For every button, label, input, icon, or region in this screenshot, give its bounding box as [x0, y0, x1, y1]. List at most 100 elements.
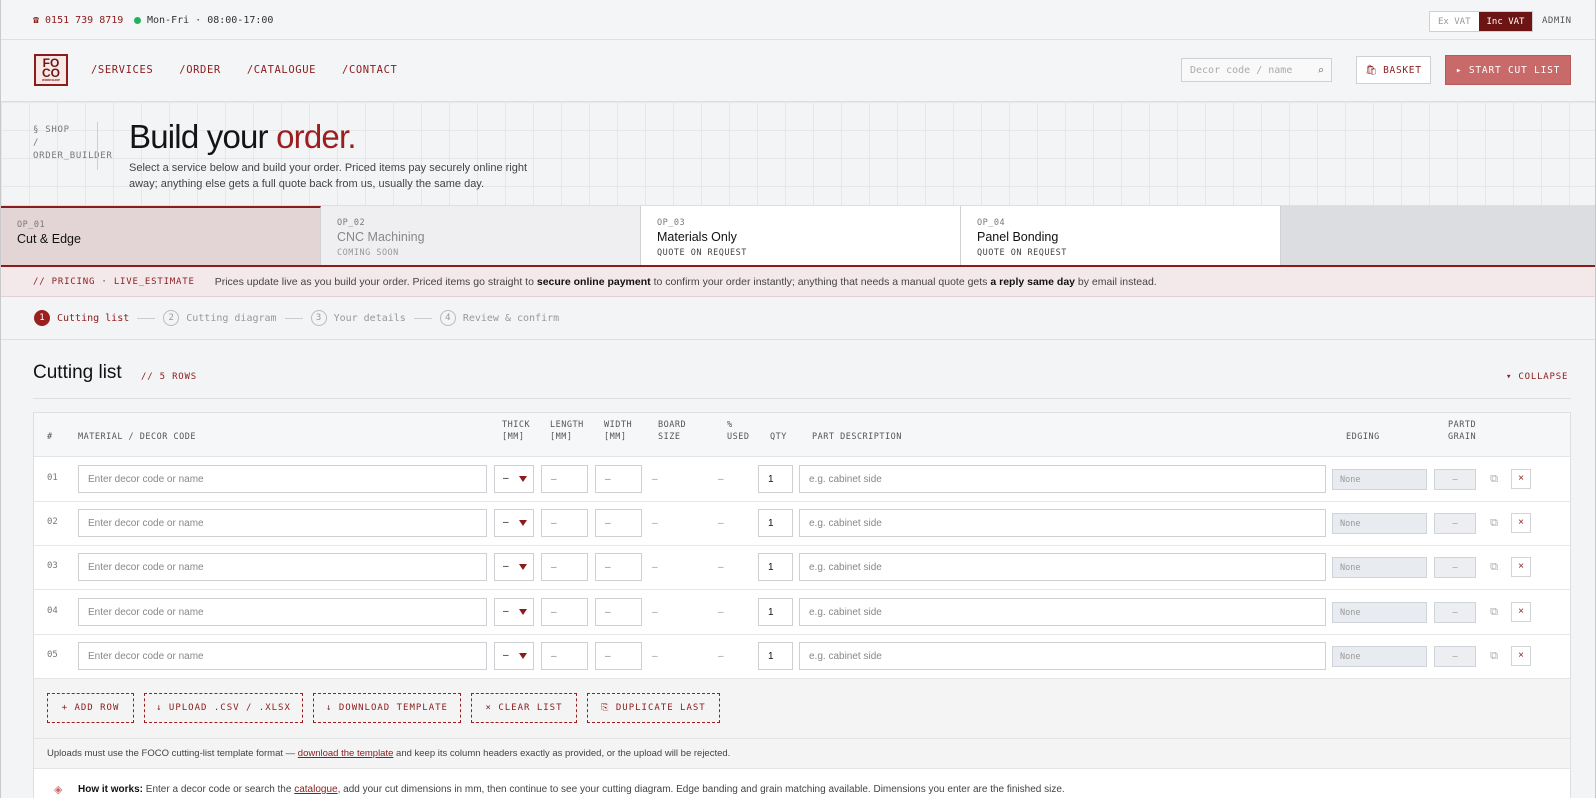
step-review-confirm[interactable]: 4 Review & confirm [439, 310, 559, 326]
grain-select[interactable]: – [1434, 557, 1476, 579]
width-input[interactable]: – [595, 553, 642, 582]
material-input[interactable]: Enter decor code or name [78, 509, 487, 538]
breadcrumb: § SHOP / ORDER_BUILDER [33, 124, 123, 163]
cutting-list-row-count: // 5 ROWS [141, 372, 197, 382]
vat-toggle[interactable]: Ex VAT Inc VAT [1429, 11, 1534, 32]
material-input[interactable]: Enter decor code or name [78, 465, 487, 493]
step-cutting-list[interactable]: 1 Cutting list [34, 310, 129, 326]
catalogue-link[interactable]: catalogue [294, 784, 337, 795]
width-input[interactable]: – [595, 509, 642, 538]
pricing-bold-2: a reply same day [990, 275, 1075, 288]
cutting-list-table: # MATERIAL / DECOR CODE THICK [MM] LENGTH… [33, 412, 1571, 798]
thickness-select[interactable]: – [494, 553, 534, 582]
tab-cut-edge[interactable]: OP_01 Cut & Edge [1, 206, 321, 265]
width-input[interactable]: – [595, 641, 642, 670]
edging-select[interactable]: None [1332, 645, 1427, 667]
tab-panel-bonding[interactable]: OP_04 Panel Bonding QUOTE ON REQUEST [961, 206, 1281, 265]
part-description-input[interactable]: e.g. cabinet side [799, 641, 1326, 670]
width-input[interactable]: – [595, 465, 642, 493]
pricing-text-2: to confirm your order instantly; anythin… [650, 275, 991, 288]
width-input[interactable]: – [595, 597, 642, 626]
upload-csv-button[interactable]: ↓ UPLOAD .CSV / .XLSX [144, 693, 303, 723]
part-description-input[interactable]: e.g. cabinet side [799, 553, 1326, 582]
breadcrumb-shop[interactable]: § SHOP [33, 124, 123, 137]
col-grain: PARTD GRAIN [1448, 419, 1476, 443]
col-length-1: LENGTH [550, 420, 584, 430]
material-input[interactable]: Enter decor code or name [78, 597, 487, 626]
clear-list-button[interactable]: × CLEAR LIST [471, 693, 577, 723]
copy-row-icon[interactable]: ⧉ [1484, 469, 1504, 489]
admin-link[interactable]: ADMIN [1542, 16, 1572, 26]
step-label: Cutting list [57, 312, 130, 324]
part-description-input[interactable]: e.g. cabinet side [799, 509, 1326, 538]
download-template-link[interactable]: download the template [298, 748, 394, 759]
search-placeholder: Decor code / name [1190, 65, 1293, 76]
diamond-icon: ◈ [54, 784, 63, 796]
step-your-details[interactable]: 3 Your details [310, 310, 406, 326]
edging-select[interactable]: None [1332, 557, 1427, 579]
nav-link-services[interactable]: /SERVICES [91, 64, 153, 76]
row-number: 05 [47, 649, 58, 660]
vat-ex-option[interactable]: Ex VAT [1430, 12, 1479, 31]
grain-select[interactable]: – [1434, 601, 1476, 623]
copy-row-icon[interactable]: ⧉ [1484, 646, 1504, 666]
length-input[interactable]: – [541, 553, 588, 582]
part-description-input[interactable]: e.g. cabinet side [799, 465, 1326, 493]
download-template-button[interactable]: ↓ DOWNLOAD TEMPLATE [313, 693, 461, 723]
basket-label: BASKET [1383, 64, 1422, 76]
decor-search-input[interactable]: Decor code / name ⌕ [1181, 58, 1332, 82]
quantity-input[interactable]: 1 [758, 465, 793, 493]
edging-select[interactable]: None [1332, 469, 1427, 490]
foco-logo[interactable]: FO CO WORKSHOP [34, 54, 68, 86]
copy-row-icon[interactable]: ⧉ [1484, 557, 1504, 577]
basket-icon: 🛍 [1365, 64, 1379, 76]
thickness-select[interactable]: – [494, 641, 534, 670]
basket-button[interactable]: 🛍 BASKET [1356, 56, 1431, 84]
vat-inc-option[interactable]: Inc VAT [1478, 12, 1533, 31]
copy-row-icon[interactable]: ⧉ [1484, 602, 1504, 622]
edging-select[interactable]: None [1332, 601, 1427, 623]
length-input[interactable]: – [541, 641, 588, 670]
thickness-select[interactable]: – [494, 465, 534, 493]
grain-select[interactable]: – [1434, 645, 1476, 667]
phone-link[interactable]: ☎ 0151 739 8719 [33, 15, 123, 26]
add-row-button[interactable]: + ADD ROW [47, 693, 134, 723]
grain-select[interactable]: – [1434, 513, 1476, 535]
delete-row-button[interactable]: × [1511, 645, 1531, 666]
quantity-input[interactable]: 1 [758, 641, 793, 670]
delete-row-button[interactable]: × [1511, 513, 1531, 534]
thickness-select[interactable]: – [494, 597, 534, 626]
start-cut-list-button[interactable]: ▸ START CUT LIST [1445, 55, 1571, 85]
grain-select[interactable]: – [1434, 469, 1476, 490]
table-row: 03 Enter decor code or name – – – – –1 e.g. cab… [34, 545, 1570, 591]
thickness-select[interactable]: – [494, 509, 534, 538]
nav-link-catalogue[interactable]: /CATALOGUE [247, 64, 316, 76]
delete-row-button[interactable]: × [1511, 557, 1531, 578]
step-cutting-diagram[interactable]: 2 Cutting diagram [163, 310, 277, 326]
service-tabs: OP_01 Cut & Edge OP_02 CNC Machining COM… [1, 206, 1595, 267]
quantity-input[interactable]: 1 [758, 597, 793, 626]
length-input[interactable]: – [541, 597, 588, 626]
step-connector [413, 317, 432, 319]
delete-row-button[interactable]: × [1511, 601, 1531, 622]
material-input[interactable]: Enter decor code or name [78, 553, 487, 582]
collapse-button[interactable]: ▾ COLLAPSE [1506, 372, 1568, 382]
tab-materials-only[interactable]: OP_03 Materials Only QUOTE ON REQUEST [641, 206, 961, 265]
length-input[interactable]: – [541, 465, 588, 493]
chevron-down-icon [519, 520, 527, 527]
quantity-input[interactable]: 1 [758, 553, 793, 582]
copy-row-icon[interactable]: ⧉ [1484, 513, 1504, 533]
quantity-input[interactable]: 1 [758, 509, 793, 538]
delete-row-button[interactable]: × [1511, 469, 1531, 489]
length-input[interactable]: – [541, 509, 588, 538]
search-icon[interactable]: ⌕ [1317, 64, 1324, 77]
edging-select[interactable]: None [1332, 513, 1427, 535]
tab-code: OP_03 [657, 218, 686, 228]
material-input[interactable]: Enter decor code or name [78, 641, 487, 670]
nav-link-order[interactable]: /ORDER [179, 64, 221, 76]
breadcrumb-current: ORDER_BUILDER [33, 151, 113, 161]
nav-link-contact[interactable]: /CONTACT [342, 64, 397, 76]
col-material: MATERIAL / DECOR CODE [78, 432, 196, 442]
part-description-input[interactable]: e.g. cabinet side [799, 597, 1326, 626]
duplicate-last-button[interactable]: ⎘ DUPLICATE LAST [587, 693, 720, 723]
